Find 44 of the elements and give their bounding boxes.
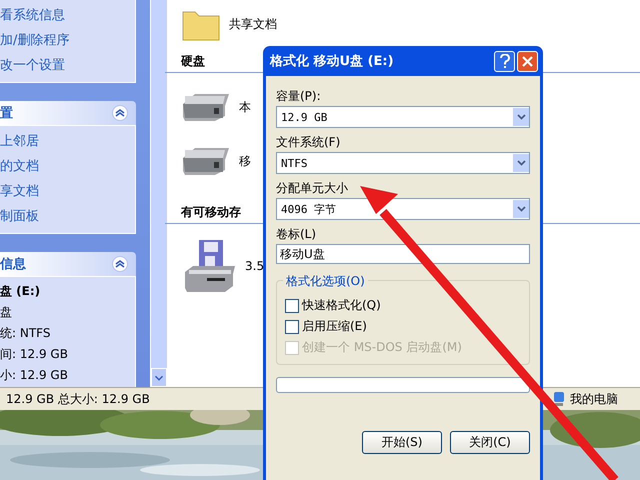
field-label: 分配单元大小: [276, 180, 349, 197]
close-button[interactable]: [517, 50, 538, 72]
details-text: 间: 12.9 GB: [0, 346, 69, 363]
volume-label-field[interactable]: 移动U盘: [276, 244, 530, 264]
dialog-title: 格式化 移动U盘 (E:): [270, 53, 394, 70]
close-icon: [522, 56, 533, 66]
dropdown[interactable]: 4096 字节: [276, 198, 530, 220]
details-text: 盘 (E:): [0, 283, 42, 300]
place-link[interactable]: 的文档: [0, 157, 135, 175]
status-location: 我的电脑: [570, 390, 618, 408]
checkbox[interactable]: 启用压缩(E): [285, 318, 521, 335]
details-text: 盘: [0, 304, 13, 321]
field-label: 容量(P):: [276, 88, 322, 105]
computer-icon: [552, 391, 566, 407]
help-icon: [500, 54, 510, 68]
item-label: 本: [239, 98, 251, 116]
place-link[interactable]: 制面板: [0, 207, 135, 225]
dropdown[interactable]: NTFS: [276, 152, 530, 174]
field-label: 卷标(L): [276, 226, 318, 243]
dialog-button[interactable]: 开始(S): [362, 431, 442, 454]
dropdown[interactable]: 12.9 GB: [276, 106, 530, 128]
task-link[interactable]: 看系统信息: [0, 6, 135, 24]
scrollbar[interactable]: [150, 0, 167, 387]
field-label: 文件系统(F): [276, 134, 342, 151]
collapse-icon[interactable]: [112, 105, 128, 121]
hard-drive-icon: [181, 146, 231, 176]
item-label: 共享文档: [229, 16, 277, 32]
hard-drive-icon: [181, 92, 231, 122]
collapse-icon[interactable]: [112, 256, 128, 272]
group-title: 格式化选项(O): [283, 273, 368, 290]
places-header[interactable]: 置: [0, 101, 136, 125]
dialog-button[interactable]: 关闭(C): [450, 431, 530, 454]
checkbox[interactable]: 快速格式化(Q): [285, 297, 521, 314]
places-title: 置: [0, 105, 13, 122]
details-text: 小: 12.9 GB: [0, 367, 69, 384]
place-link[interactable]: 享文档: [0, 182, 135, 200]
help-button[interactable]: [494, 50, 515, 72]
details-text: 统: NTFS: [0, 325, 52, 342]
task-link[interactable]: 改一个设置: [0, 56, 135, 74]
task-link[interactable]: 加/删除程序: [0, 31, 135, 49]
item-label: 移: [239, 152, 251, 170]
place-link[interactable]: 上邻居: [0, 132, 135, 150]
item-label: 3.5: [245, 259, 264, 273]
status-text: 12.9 GB 总大小: 12.9 GB: [6, 390, 150, 408]
